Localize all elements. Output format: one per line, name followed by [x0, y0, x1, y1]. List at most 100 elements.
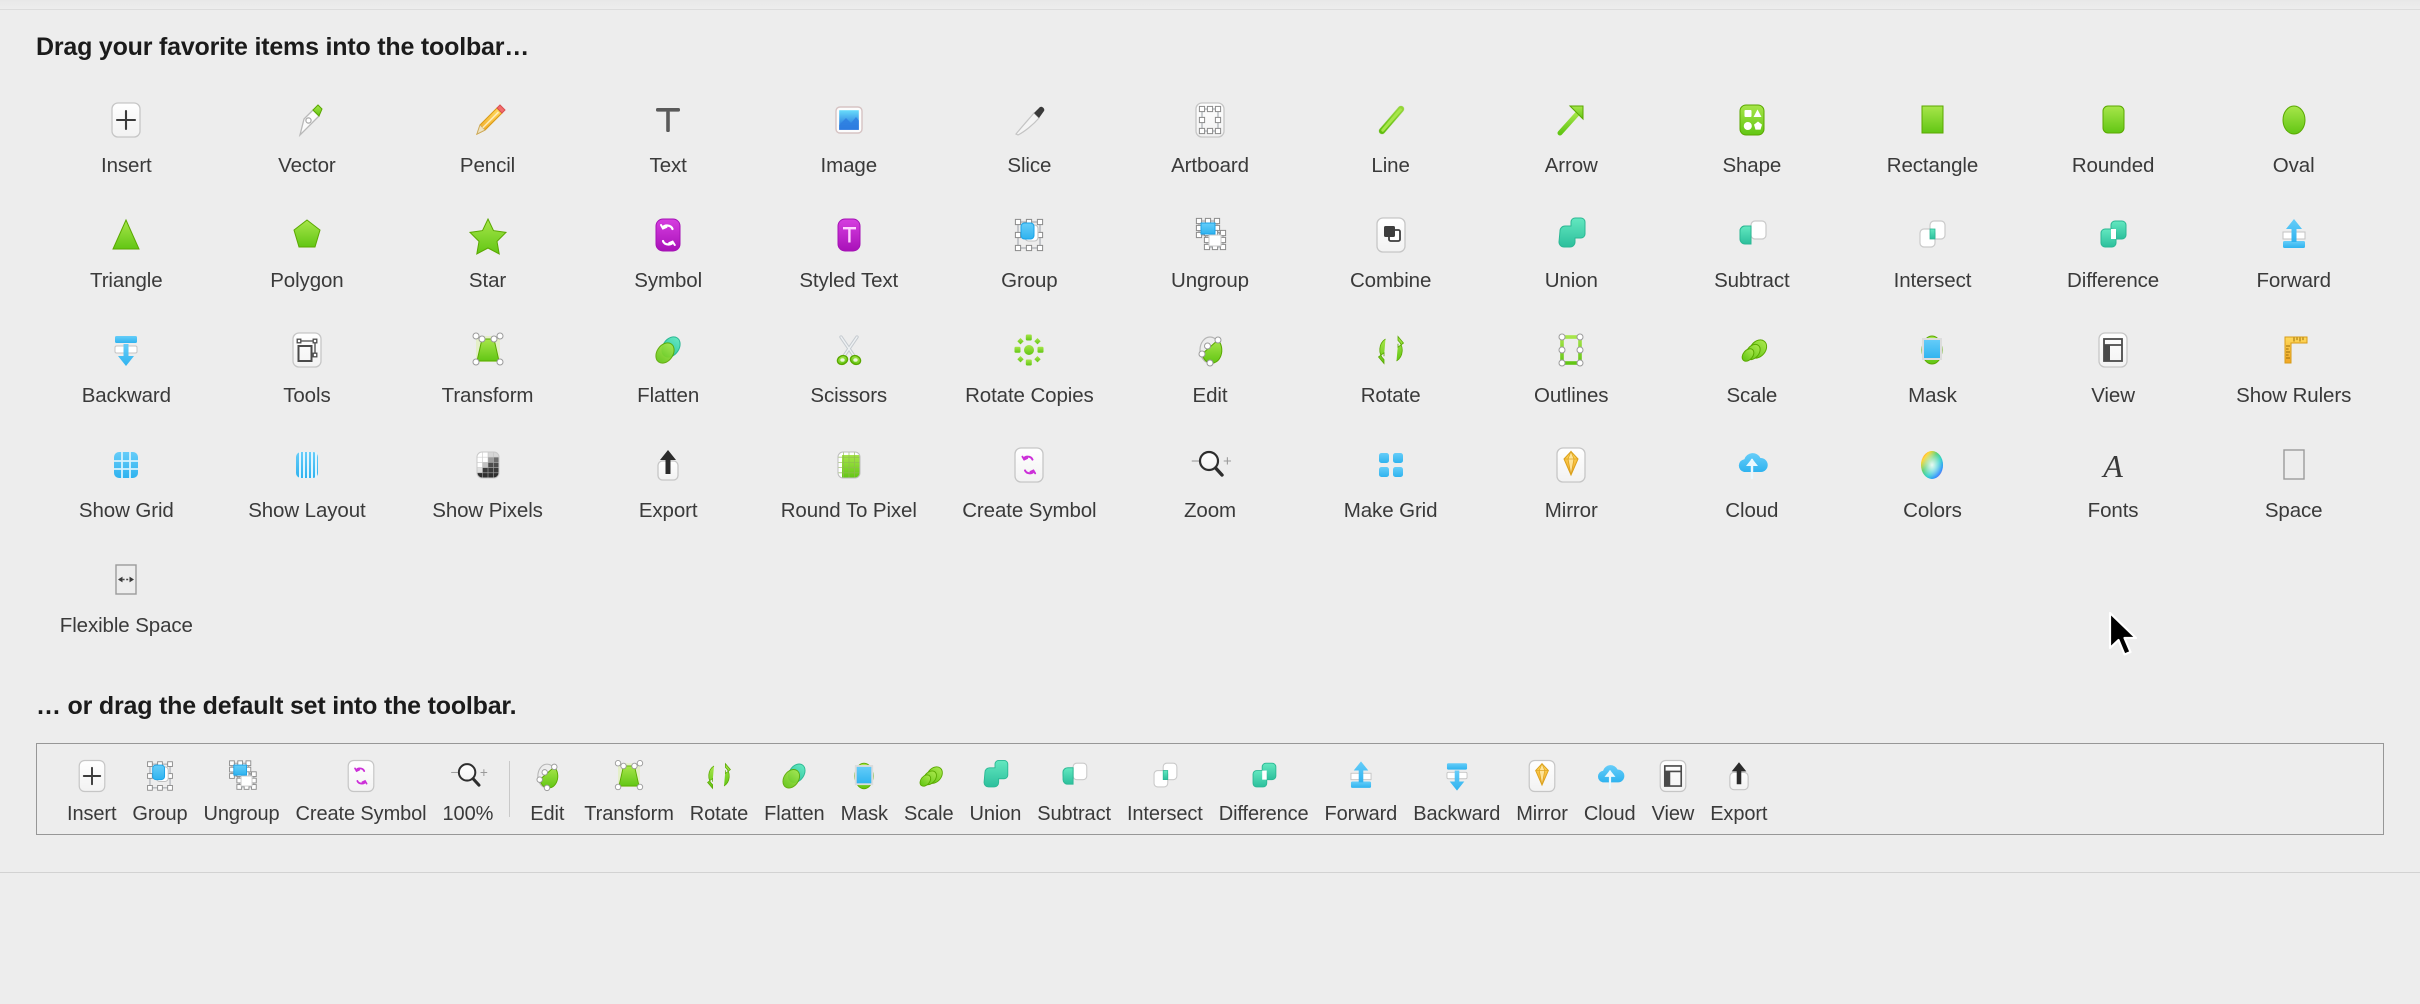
palette-item-triangle[interactable]: Triangle	[36, 205, 217, 320]
default-item-mirror[interactable]: Mirror	[1508, 745, 1576, 833]
create-symbol-icon	[994, 437, 1064, 493]
default-item-label: Flatten	[764, 803, 825, 825]
palette-item-insert[interactable]: Insert	[36, 90, 217, 205]
round-to-pixel-icon	[814, 437, 884, 493]
palette-item-artboard[interactable]: Artboard	[1120, 90, 1301, 205]
palette-item-forward[interactable]: Forward	[2203, 205, 2384, 320]
palette-item-styled-text[interactable]: Styled Text	[758, 205, 939, 320]
palette-item-show-pixels[interactable]: Show Pixels	[397, 435, 578, 550]
palette-item-oval[interactable]: Oval	[2203, 90, 2384, 205]
default-item-edit[interactable]: Edit	[518, 745, 576, 833]
palette-item-show-grid[interactable]: Show Grid	[36, 435, 217, 550]
default-item-flatten[interactable]: Flatten	[756, 745, 832, 833]
palette-item-cloud[interactable]: Cloud	[1662, 435, 1843, 550]
palette-item-colors[interactable]: Colors	[1842, 435, 2023, 550]
rotate-icon	[1356, 322, 1426, 378]
default-set-toolbar[interactable]: Insert Group Ungroup Create Symbol − +100% Edi…	[36, 743, 2384, 835]
difference-icon	[1243, 752, 1285, 800]
default-item-export[interactable]: Export	[1702, 745, 1775, 833]
default-item-transform[interactable]: Transform	[576, 745, 681, 833]
palette-item-mirror[interactable]: Mirror	[1481, 435, 1662, 550]
default-item-group[interactable]: Group	[124, 745, 195, 833]
zoom-magnifier-icon: − +	[1175, 437, 1245, 493]
palette-item-union[interactable]: Union	[1481, 205, 1662, 320]
default-item-insert[interactable]: Insert	[59, 745, 124, 833]
palette-item-show-rulers[interactable]: Show Rulers	[2203, 320, 2384, 435]
palette-item-space[interactable]: Space	[2203, 435, 2384, 550]
palette-item-rotate[interactable]: Rotate	[1300, 320, 1481, 435]
palette-item-difference[interactable]: Difference	[2023, 205, 2204, 320]
palette-item-subtract[interactable]: Subtract	[1662, 205, 1843, 320]
palette-item-create-symbol[interactable]: Create Symbol	[939, 435, 1120, 550]
palette-item-show-layout[interactable]: Show Layout	[217, 435, 398, 550]
default-item-scale[interactable]: Scale	[896, 745, 962, 833]
default-item-100-[interactable]: − +100%	[435, 745, 502, 833]
palette-item-line[interactable]: Line	[1300, 90, 1481, 205]
svg-text:−: −	[1191, 453, 1200, 470]
palette-item-symbol[interactable]: Symbol	[578, 205, 759, 320]
palette-item-scissors[interactable]: Scissors	[758, 320, 939, 435]
palette-item-label: Colors	[1903, 499, 1962, 522]
palette-item-view[interactable]: View	[2023, 320, 2204, 435]
palette-item-label: View	[2091, 384, 2135, 407]
palette-item-rectangle[interactable]: Rectangle	[1842, 90, 2023, 205]
palette-item-transform[interactable]: Transform	[397, 320, 578, 435]
palette-item-scale[interactable]: Scale	[1662, 320, 1843, 435]
palette-item-tools[interactable]: Tools	[217, 320, 398, 435]
palette-item-polygon[interactable]: Polygon	[217, 205, 398, 320]
palette-item-flatten[interactable]: Flatten	[578, 320, 759, 435]
palette-item-round-to-pixel[interactable]: Round To Pixel	[758, 435, 939, 550]
palette-item-slice[interactable]: Slice	[939, 90, 1120, 205]
palette-item-arrow[interactable]: Arrow	[1481, 90, 1662, 205]
palette-item-zoom[interactable]: − + Zoom	[1120, 435, 1301, 550]
palette-item-outlines[interactable]: Outlines	[1481, 320, 1662, 435]
default-item-difference[interactable]: Difference	[1211, 745, 1317, 833]
default-item-mask[interactable]: Mask	[833, 745, 896, 833]
palette-item-star[interactable]: Star	[397, 205, 578, 320]
palette-item-vector[interactable]: Vector	[217, 90, 398, 205]
default-item-backward[interactable]: Backward	[1405, 745, 1508, 833]
palette-item-rounded[interactable]: Rounded	[2023, 90, 2204, 205]
palette-item-label: Transform	[441, 384, 534, 407]
default-item-create-symbol[interactable]: Create Symbol	[288, 745, 435, 833]
default-item-union[interactable]: Union	[961, 745, 1029, 833]
export-icon	[633, 437, 703, 493]
palette-item-text[interactable]: Text	[578, 90, 759, 205]
palette-item-export[interactable]: Export	[578, 435, 759, 550]
palette-item-mask[interactable]: Mask	[1842, 320, 2023, 435]
palette-item-label: Rotate Copies	[965, 384, 1094, 407]
palette-item-group[interactable]: Group	[939, 205, 1120, 320]
palette-item-make-grid[interactable]: Make Grid	[1300, 435, 1481, 550]
default-item-cloud[interactable]: Cloud	[1576, 745, 1644, 833]
palette-item-backward[interactable]: Backward	[36, 320, 217, 435]
palette-item-flexible-space[interactable]: Flexible Space	[36, 550, 217, 665]
default-item-forward[interactable]: Forward	[1317, 745, 1406, 833]
default-item-label: Export	[1710, 803, 1768, 825]
artboard-icon	[1175, 92, 1245, 148]
default-item-rotate[interactable]: Rotate	[682, 745, 756, 833]
default-item-view[interactable]: View	[1644, 745, 1703, 833]
default-item-label: Scale	[903, 803, 954, 825]
mirror-diamond-icon	[1521, 752, 1563, 800]
palette-item-rotate-copies[interactable]: Rotate Copies	[939, 320, 1120, 435]
insert-plus-icon	[91, 92, 161, 148]
forward-icon	[2259, 207, 2329, 263]
palette-item-label: Triangle	[90, 269, 163, 292]
palette-item-label: Pencil	[459, 154, 516, 177]
edit-icon	[526, 752, 568, 800]
palette-item-combine[interactable]: Combine	[1300, 205, 1481, 320]
default-item-intersect[interactable]: Intersect	[1119, 745, 1211, 833]
difference-icon	[2078, 207, 2148, 263]
palette-item-label: Outlines	[1534, 384, 1609, 407]
palette-item-image[interactable]: Image	[758, 90, 939, 205]
palette-item-fonts[interactable]: A Fonts	[2023, 435, 2204, 550]
palette-item-ungroup[interactable]: Ungroup	[1120, 205, 1301, 320]
palette-item-edit[interactable]: Edit	[1120, 320, 1301, 435]
default-item-subtract[interactable]: Subtract	[1029, 745, 1119, 833]
symbol-icon	[633, 207, 703, 263]
palette-item-label: Group	[1001, 269, 1058, 292]
palette-item-intersect[interactable]: Intersect	[1842, 205, 2023, 320]
palette-item-shape[interactable]: Shape	[1662, 90, 1843, 205]
palette-item-pencil[interactable]: Pencil	[397, 90, 578, 205]
default-item-ungroup[interactable]: Ungroup	[196, 745, 288, 833]
